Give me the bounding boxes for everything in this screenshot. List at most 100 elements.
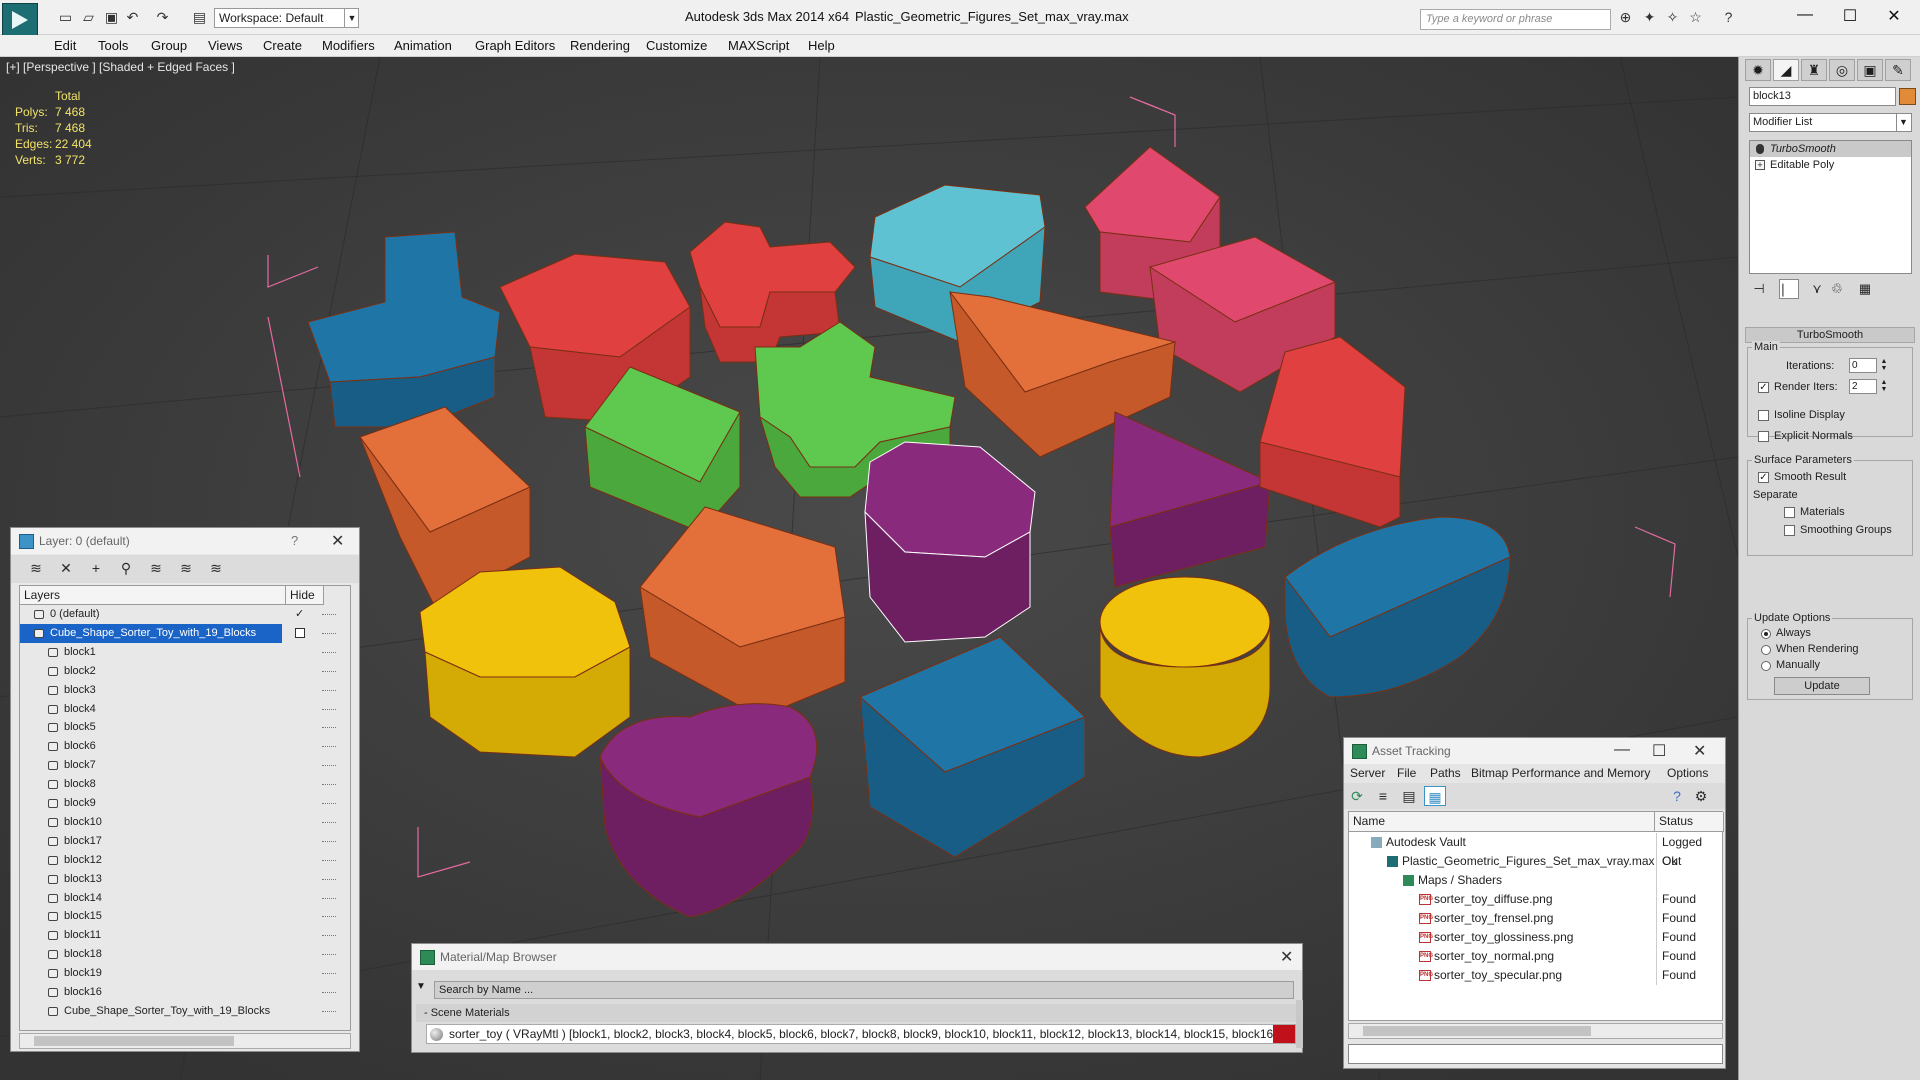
hide-toggle-icon[interactable] — [322, 670, 336, 673]
open-file-icon[interactable]: ▱ — [80, 9, 97, 25]
hide-toggle-icon[interactable] — [322, 897, 336, 900]
layer-row[interactable]: block2 — [20, 662, 350, 681]
maximize-icon[interactable]: ☐ — [1652, 741, 1666, 761]
help-icon[interactable]: ? — [1666, 786, 1688, 806]
modify-tab-icon[interactable]: ◢ — [1773, 59, 1799, 81]
create-tab-icon[interactable]: ✹ — [1745, 59, 1771, 81]
configure-sets-icon[interactable]: ▦ — [1855, 279, 1875, 299]
modifier-list-dropdown[interactable]: Modifier List — [1749, 113, 1912, 132]
asset-row[interactable]: PNG sorter_toy_normal.png Found — [1349, 947, 1722, 966]
smooth-result-checkbox[interactable]: ✓ — [1758, 472, 1769, 483]
hide-toggle-icon[interactable] — [322, 765, 336, 767]
menu-tools[interactable]: Tools — [90, 35, 136, 57]
isoline-checkbox[interactable] — [1758, 410, 1769, 421]
active-layer-box-icon[interactable] — [295, 627, 305, 638]
workspace-dropdown[interactable]: Workspace: Default — [214, 8, 359, 28]
hide-toggle-icon[interactable] — [322, 1010, 336, 1013]
layer-row[interactable]: block5 — [20, 718, 350, 737]
at-menu-paths[interactable]: Paths — [1430, 766, 1461, 780]
show-end-result-icon[interactable]: ⎸ — [1779, 279, 1799, 299]
object-name-field[interactable]: block13 — [1749, 87, 1896, 106]
layer-row[interactable]: block10 — [20, 813, 350, 832]
always-radio[interactable] — [1761, 629, 1771, 639]
status-column-header[interactable]: Status — [1655, 812, 1724, 832]
maximize-icon[interactable]: ☐ — [1836, 6, 1864, 26]
render-iters-spinner[interactable]: 2 — [1849, 379, 1877, 394]
layer-row[interactable]: block6 — [20, 737, 350, 756]
layer-row[interactable]: block11 — [20, 926, 350, 945]
scene-materials-header[interactable]: - Scene Materials — [416, 1004, 1296, 1022]
hide-all-layers-icon[interactable]: ≋ — [175, 558, 197, 578]
render-iters-checkbox[interactable]: ✓ — [1758, 382, 1769, 393]
asset-tracking-titlebar[interactable]: Asset Tracking — [1344, 738, 1725, 764]
hide-toggle-icon[interactable] — [322, 878, 336, 881]
manually-radio[interactable] — [1761, 661, 1771, 671]
hide-toggle-icon[interactable] — [322, 708, 336, 711]
hide-toggle-icon[interactable] — [322, 840, 336, 843]
minimize-icon[interactable]: — — [1791, 6, 1819, 26]
menu-customize[interactable]: Customize — [638, 35, 715, 57]
hide-toggle-icon[interactable] — [322, 614, 336, 616]
close-icon[interactable]: ✕ — [331, 531, 344, 551]
search-by-name-input[interactable]: Search by Name ... — [434, 981, 1294, 999]
expand-plus-icon[interactable]: + — [1755, 160, 1765, 170]
hide-toggle-icon[interactable] — [322, 992, 336, 994]
thumbnail-view-icon[interactable]: ▤ — [1398, 786, 1420, 806]
layer-row[interactable]: block15 — [20, 907, 350, 926]
redo-icon[interactable]: ↷ — [154, 9, 171, 25]
name-column-header[interactable]: Name — [1349, 812, 1655, 832]
layer-row[interactable]: block3 — [20, 681, 350, 700]
menu-edit[interactable]: Edit — [46, 35, 84, 57]
asset-row[interactable]: PNG sorter_toy_diffuse.png Found — [1349, 890, 1722, 909]
search-input[interactable]: Type a keyword or phrase — [1420, 9, 1611, 30]
asset-row[interactable]: Maps / Shaders — [1349, 871, 1722, 890]
subscription-icon[interactable]: ✦ — [1641, 9, 1658, 25]
asset-row[interactable]: Autodesk Vault Logged Out — [1349, 833, 1722, 868]
stack-item-editable-poly[interactable]: + Editable Poly — [1750, 157, 1911, 173]
hide-toggle-icon[interactable] — [322, 916, 336, 918]
close-icon[interactable]: ✕ — [1693, 741, 1706, 761]
help-icon[interactable]: ? — [1720, 9, 1737, 25]
hide-toggle-icon[interactable] — [322, 784, 336, 786]
refresh-icon[interactable]: ⟳ — [1346, 786, 1368, 806]
asset-row[interactable]: PNG sorter_toy_specular.png Found — [1349, 966, 1722, 985]
motion-tab-icon[interactable]: ◎ — [1829, 59, 1855, 81]
close-icon[interactable]: ✕ — [1280, 947, 1293, 967]
at-menu-options[interactable]: Options — [1667, 766, 1708, 780]
settings-icon[interactable]: ⚙ — [1690, 786, 1712, 806]
current-layer-check-icon[interactable]: ✓ — [295, 605, 304, 624]
save-file-icon[interactable]: ▣ — [103, 9, 120, 25]
hide-toggle-icon[interactable] — [322, 746, 336, 748]
horizontal-scrollbar[interactable] — [1348, 1023, 1723, 1039]
pin-stack-icon[interactable]: ⊣ — [1749, 279, 1769, 299]
hide-toggle-icon[interactable] — [322, 651, 336, 654]
menu-modifiers[interactable]: Modifiers — [314, 35, 383, 57]
search-options-icon[interactable]: ▼ — [416, 981, 426, 992]
project-folder-icon[interactable]: ▤ — [191, 9, 208, 25]
undo-icon[interactable]: ↶ — [124, 9, 141, 25]
highlight-layer-icon[interactable]: ≋ — [145, 558, 167, 578]
layer-row[interactable]: block14 — [20, 889, 350, 908]
close-icon[interactable]: ✕ — [1880, 6, 1908, 26]
at-menu-server[interactable]: Server — [1350, 766, 1385, 780]
layer-row[interactable]: Cube_Shape_Sorter_Toy_with_19_Blocks — [20, 623, 336, 643]
vertical-scrollbar[interactable] — [1296, 1000, 1303, 1048]
hide-toggle-icon[interactable] — [322, 954, 336, 956]
viewport-label[interactable]: [+] [Perspective ] [Shaded + Edged Faces… — [6, 60, 235, 74]
select-layer-icon[interactable]: ⚲ — [115, 558, 137, 578]
materials-checkbox[interactable] — [1784, 507, 1795, 518]
layer-row[interactable]: 0 (default) ✓ — [20, 605, 350, 624]
minimize-icon[interactable]: — — [1614, 741, 1630, 759]
hierarchy-tab-icon[interactable]: ♜ — [1801, 59, 1827, 81]
layer-row[interactable]: block12 — [20, 851, 350, 870]
new-layer-icon[interactable]: ≋ — [25, 558, 47, 578]
hide-toggle-icon[interactable] — [322, 632, 336, 635]
menu-animation[interactable]: Animation — [386, 35, 460, 57]
communication-icon[interactable]: ✧ — [1664, 9, 1681, 25]
at-menu-bitmap-performance[interactable]: Bitmap Performance and Memory — [1471, 766, 1650, 780]
hide-column-header[interactable]: Hide — [286, 586, 324, 605]
scrollbar-thumb[interactable] — [34, 1036, 234, 1046]
layer-row[interactable]: block13 — [20, 870, 350, 889]
hide-toggle-icon[interactable] — [322, 689, 336, 692]
help-icon[interactable]: ? — [291, 533, 298, 548]
